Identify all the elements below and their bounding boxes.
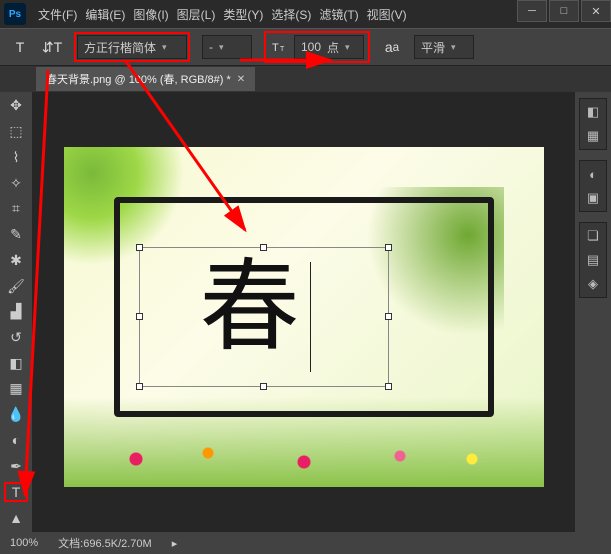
anti-alias-icon: aa (382, 37, 402, 57)
blur-tool[interactable]: 💧 (4, 405, 28, 425)
gradient-tool[interactable]: ▦ (4, 379, 28, 399)
pen-tool[interactable]: ✒ (4, 456, 28, 476)
adjustments-panel-icon[interactable]: ◐ (583, 165, 603, 183)
panel-dock: ◧ ▦ ◐ ▣ ❏ ▤ ◈ (575, 92, 611, 532)
title-bar: Ps 文件(F) 编辑(E) 图像(I) 图层(L) 类型(Y) 选择(S) 滤… (0, 0, 611, 28)
menu-edit[interactable]: 编辑(E) (85, 6, 125, 23)
status-chevron-icon[interactable]: ▸ (172, 537, 178, 550)
dodge-tool[interactable]: ◐ (4, 431, 28, 451)
panel-group: ◧ ▦ (579, 98, 607, 150)
menu-layer[interactable]: 图层(L) (177, 6, 216, 23)
document-tab[interactable]: 春天背景.png @ 100% (春, RGB/8#) * ✕ (36, 67, 255, 91)
resize-handle[interactable] (385, 383, 392, 390)
svg-text:T: T (272, 42, 279, 54)
menu-file[interactable]: 文件(F) (38, 6, 77, 23)
font-style-value: - (209, 40, 213, 54)
resize-handle[interactable] (260, 383, 267, 390)
eyedropper-tool[interactable]: ✎ (4, 225, 28, 245)
font-size-dropdown[interactable]: 100 点 ▾ (294, 35, 364, 59)
menu-bar: 文件(F) 编辑(E) 图像(I) 图层(L) 类型(Y) 选择(S) 滤镜(T… (30, 0, 415, 28)
panel-group: ◐ ▣ (579, 160, 607, 212)
resize-handle[interactable] (385, 313, 392, 320)
font-size-highlight: TT 100 点 ▾ (264, 31, 370, 63)
chevron-down-icon: ▾ (162, 42, 167, 53)
doc-label: 文档: (58, 538, 83, 550)
magic-wand-tool[interactable]: ✧ (4, 173, 28, 193)
history-brush-tool[interactable]: ↺ (4, 328, 28, 348)
close-button[interactable]: ✕ (581, 0, 611, 22)
font-family-dropdown[interactable]: 方正行楷简体 ▾ (77, 35, 187, 59)
font-family-value: 方正行楷简体 (84, 39, 156, 56)
font-size-icon: TT (270, 37, 290, 57)
resize-handle[interactable] (136, 383, 143, 390)
text-tool-preset-icon[interactable]: T (10, 37, 30, 57)
paths-panel-icon[interactable]: ◈ (583, 275, 603, 293)
text-orientation-icon[interactable]: ⇵T (42, 37, 62, 57)
svg-text:T: T (280, 46, 285, 53)
doc-size: 696.5K/2.70M (83, 538, 152, 550)
font-style-dropdown[interactable]: - ▾ (202, 35, 252, 59)
resize-handle[interactable] (136, 244, 143, 251)
window-controls: ─ □ ✕ (515, 0, 611, 22)
swatches-panel-icon[interactable]: ▦ (583, 127, 603, 145)
resize-handle[interactable] (385, 244, 392, 251)
tools-panel: ✥ ⬚ ⌇ ✧ ⌗ ✎ ✱ 🖌 ▟ ↺ ◧ ▦ 💧 ◐ ✒ T ▲ (0, 92, 32, 532)
panel-group: ❏ ▤ ◈ (579, 222, 607, 298)
menu-image[interactable]: 图像(I) (133, 6, 168, 23)
text-bounding-box[interactable]: 春 (139, 247, 389, 387)
menu-select[interactable]: 选择(S) (271, 6, 311, 23)
options-bar: T ⇵T 方正行楷简体 ▾ - ▾ TT 100 点 ▾ aa 平滑 ▾ (0, 28, 611, 66)
resize-handle[interactable] (136, 313, 143, 320)
canvas[interactable]: 春 (64, 147, 544, 487)
clone-stamp-tool[interactable]: ▟ (4, 302, 28, 322)
styles-panel-icon[interactable]: ▣ (583, 189, 603, 207)
resize-handle[interactable] (260, 244, 267, 251)
font-size-unit: 点 (327, 39, 339, 56)
status-bar: 100% 文档:696.5K/2.70M ▸ (0, 532, 611, 554)
chevron-down-icon: ▾ (219, 42, 224, 53)
font-family-highlight: 方正行楷简体 ▾ (74, 32, 190, 62)
tab-title: 春天背景.png @ 100% (春, RGB/8#) * (46, 71, 231, 87)
chevron-down-icon: ▾ (345, 42, 350, 53)
minimize-button[interactable]: ─ (517, 0, 547, 22)
lasso-tool[interactable]: ⌇ (4, 147, 28, 167)
zoom-level[interactable]: 100% (10, 537, 38, 549)
color-panel-icon[interactable]: ◧ (583, 103, 603, 121)
chevron-down-icon: ▾ (451, 42, 456, 53)
healing-brush-tool[interactable]: ✱ (4, 250, 28, 270)
layers-panel-icon[interactable]: ❏ (583, 227, 603, 245)
eraser-tool[interactable]: ◧ (4, 353, 28, 373)
close-icon[interactable]: ✕ (237, 74, 245, 85)
document-tab-bar: 春天背景.png @ 100% (春, RGB/8#) * ✕ (0, 66, 611, 92)
text-content[interactable]: 春 (200, 258, 300, 358)
channels-panel-icon[interactable]: ▤ (583, 251, 603, 269)
anti-alias-value: 平滑 (421, 39, 445, 56)
anti-alias-dropdown[interactable]: 平滑 ▾ (414, 35, 474, 59)
canvas-area[interactable]: 春 (32, 92, 575, 532)
marquee-tool[interactable]: ⬚ (4, 122, 28, 142)
text-cursor (310, 262, 311, 372)
crop-tool[interactable]: ⌗ (4, 199, 28, 219)
brush-tool[interactable]: 🖌 (4, 276, 28, 296)
path-selection-tool[interactable]: ▲ (4, 508, 28, 528)
type-tool[interactable]: T (4, 482, 28, 502)
font-size-value: 100 (301, 40, 321, 54)
app-logo: Ps (4, 3, 26, 25)
menu-type[interactable]: 类型(Y) (223, 6, 263, 23)
move-tool[interactable]: ✥ (4, 96, 28, 116)
menu-view[interactable]: 视图(V) (367, 6, 407, 23)
maximize-button[interactable]: □ (549, 0, 579, 22)
workspace: ✥ ⬚ ⌇ ✧ ⌗ ✎ ✱ 🖌 ▟ ↺ ◧ ▦ 💧 ◐ ✒ T ▲ (0, 92, 611, 532)
menu-filter[interactable]: 滤镜(T) (319, 6, 358, 23)
